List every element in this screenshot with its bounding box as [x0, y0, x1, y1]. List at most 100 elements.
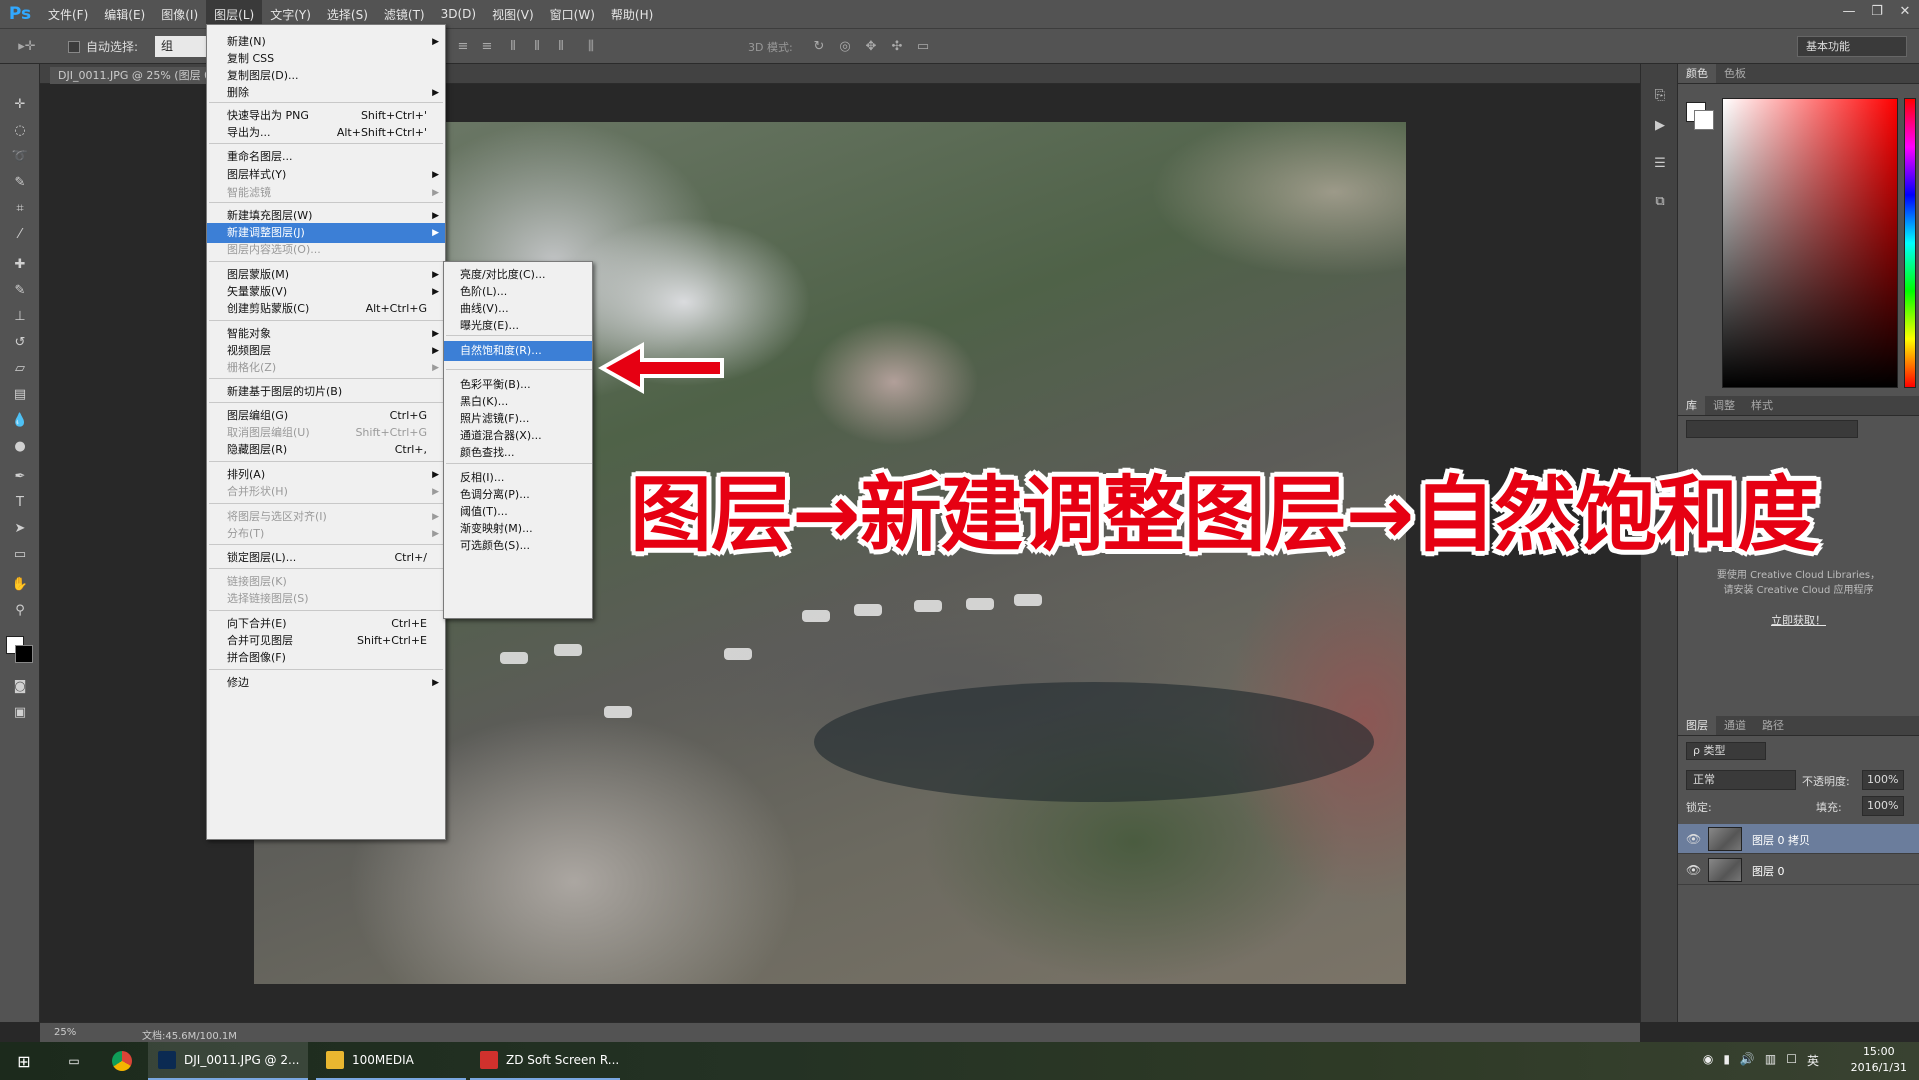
menu-item[interactable]: 窗口(W) — [542, 0, 603, 28]
distribute-vcenter-icon[interactable]: ≡ — [454, 38, 472, 56]
opacity-field[interactable]: 100% — [1862, 770, 1904, 790]
layer-filter-dropdown[interactable]: ρ 类型 — [1686, 742, 1766, 760]
workspace-dropdown[interactable]: 基本功能 — [1797, 36, 1907, 57]
hand-tool-icon[interactable]: ✋ — [8, 574, 32, 596]
adjustment-menu-item[interactable]: 颜色查找... — [444, 443, 592, 463]
layer-row[interactable]: 👁 图层 0 — [1678, 855, 1919, 885]
adjustment-menu-item[interactable]: 曝光度(E)... — [444, 316, 592, 336]
layer-menu-item[interactable]: 栅格化(Z) ▶ — [207, 358, 445, 378]
gradient-tool-icon[interactable]: ▤ — [8, 384, 32, 406]
taskbar-app-button[interactable]: DJI_0011.JPG @ 2... — [148, 1042, 308, 1080]
tab-libraries[interactable]: 库 — [1678, 396, 1705, 415]
quick-select-tool-icon[interactable]: ✎ — [8, 172, 32, 194]
menu-item[interactable]: 视图(V) — [484, 0, 542, 28]
fill-field[interactable]: 100% — [1862, 796, 1904, 816]
path-select-tool-icon[interactable]: ➤ — [8, 518, 32, 540]
auto-align-icon[interactable]: ⫼ — [582, 38, 600, 56]
healing-brush-tool-icon[interactable]: ✚ — [8, 254, 32, 276]
3d-pan-icon[interactable]: ✥ — [862, 38, 880, 56]
auto-select-checkbox[interactable] — [68, 40, 80, 53]
move-tool-icon[interactable]: ▸✛ — [18, 38, 36, 56]
layer-menu-item[interactable]: 拼合图像(F) — [207, 648, 445, 668]
library-dropdown[interactable] — [1686, 420, 1858, 438]
move-tool-icon[interactable]: ✛ — [8, 94, 32, 116]
marquee-tool-icon[interactable]: ◌ — [8, 120, 32, 142]
taskbar-app-button[interactable]: ZD Soft Screen R... — [470, 1042, 620, 1080]
start-button[interactable]: ⊞ — [0, 1042, 48, 1080]
eraser-tool-icon[interactable]: ▱ — [8, 358, 32, 380]
tab-styles[interactable]: 样式 — [1743, 396, 1781, 415]
cc-get-link[interactable]: 立即获取！ — [1678, 612, 1919, 628]
zoom-level[interactable]: 25% — [54, 1027, 76, 1038]
menu-item[interactable]: 编辑(E) — [96, 0, 153, 28]
distribute-right-icon[interactable]: ⫴ — [552, 38, 570, 56]
layer-row[interactable]: 👁 图层 0 拷贝 — [1678, 824, 1919, 854]
layer-menu-item[interactable]: 修边 ▶ — [207, 673, 445, 693]
brush-tool-icon[interactable]: ✎ — [8, 280, 32, 302]
3d-slide-icon[interactable]: ✣ — [888, 38, 906, 56]
clock[interactable]: 15:00 2016/1/31 — [1851, 1044, 1907, 1076]
glyphs-panel-icon[interactable]: ⧉ — [1650, 192, 1670, 212]
task-view-icon[interactable]: ▭ — [52, 1042, 96, 1080]
notification-icon[interactable]: ☐ — [1786, 1052, 1797, 1069]
layer-menu-item[interactable]: 新建基于图层的切片(B) — [207, 382, 445, 402]
history-brush-tool-icon[interactable]: ↺ — [8, 332, 32, 354]
layer-menu-item[interactable]: 分布(T) ▶ — [207, 524, 445, 544]
3d-roll-icon[interactable]: ◎ — [836, 38, 854, 56]
blend-mode-dropdown[interactable]: 正常 — [1686, 770, 1796, 790]
background-color-swatch[interactable] — [15, 645, 33, 663]
layer-menu-item[interactable]: 隐藏图层(R) Ctrl+, — [207, 440, 445, 460]
tab-swatches[interactable]: 色板 — [1716, 64, 1754, 83]
layer-menu-item[interactable]: 图层内容选项(O)... — [207, 240, 445, 260]
menu-item[interactable]: 帮助(H) — [603, 0, 661, 28]
screen-mode-icon[interactable]: ▣ — [8, 702, 32, 724]
actions-panel-icon[interactable]: ▶ — [1650, 116, 1670, 136]
zoom-tool-icon[interactable]: ⚲ — [8, 600, 32, 622]
menu-item[interactable]: 图像(I) — [153, 0, 206, 28]
clone-stamp-tool-icon[interactable]: ⊥ — [8, 306, 32, 328]
chrome-icon[interactable] — [100, 1042, 144, 1080]
tab-channels[interactable]: 通道 — [1716, 716, 1754, 735]
volume-icon[interactable]: 🔊 — [1740, 1052, 1755, 1069]
close-button[interactable]: ✕ — [1891, 0, 1919, 22]
background-swatch[interactable] — [1694, 110, 1714, 130]
network-icon[interactable]: ▥ — [1765, 1052, 1776, 1069]
taskbar-app-button[interactable]: 100MEDIA — [316, 1042, 466, 1080]
restore-button[interactable]: ❐ — [1863, 0, 1891, 22]
eyedropper-tool-icon[interactable]: ⁄ — [8, 224, 32, 246]
pen-tool-icon[interactable]: ✒ — [8, 466, 32, 488]
layer-menu-item[interactable]: 智能滤镜 ▶ — [207, 183, 445, 203]
distribute-left-icon[interactable]: ⫴ — [504, 38, 522, 56]
minimize-button[interactable]: — — [1835, 0, 1863, 22]
layer-menu-item[interactable]: 删除 ▶ — [207, 83, 445, 103]
tab-color[interactable]: 颜色 — [1678, 64, 1716, 83]
battery-icon[interactable]: ▮ — [1723, 1052, 1730, 1069]
tab-paths[interactable]: 路径 — [1754, 716, 1792, 735]
blur-tool-icon[interactable]: 💧 — [8, 410, 32, 432]
type-tool-icon[interactable]: T — [8, 492, 32, 514]
layer-menu-item[interactable]: 导出为... Alt+Shift+Ctrl+' — [207, 123, 445, 143]
menu-item[interactable]: 文件(F) — [40, 0, 96, 28]
hue-slider[interactable] — [1904, 98, 1916, 388]
3d-rotate-icon[interactable]: ↻ — [810, 38, 828, 56]
lasso-tool-icon[interactable]: ➰ — [8, 146, 32, 168]
eye-icon[interactable]: 👁 — [1686, 832, 1701, 846]
auto-select-target-dropdown[interactable]: 组 — [155, 36, 207, 57]
dodge-tool-icon[interactable]: ● — [8, 436, 32, 458]
layer-menu-item[interactable]: 创建剪贴蒙版(C) Alt+Ctrl+G — [207, 299, 445, 319]
tray-app-icon[interactable]: ◉ — [1703, 1052, 1713, 1069]
eye-icon[interactable]: 👁 — [1686, 863, 1701, 877]
layer-menu-item[interactable]: 合并形状(H) ▶ — [207, 482, 445, 502]
adjustment-menu-item[interactable]: 可选颜色(S)... — [444, 536, 592, 556]
layer-menu-item[interactable]: 选择链接图层(S) — [207, 589, 445, 609]
3d-scale-icon[interactable]: ▭ — [914, 38, 932, 56]
layer-menu-item[interactable]: 图层样式(Y) ▶ — [207, 165, 445, 185]
ime-indicator[interactable]: 英 — [1807, 1052, 1819, 1069]
auto-select[interactable]: 自动选择: — [68, 38, 138, 55]
document-size[interactable]: 文档:45.6M/100.1M — [142, 1027, 237, 1042]
distribute-hcenter-icon[interactable]: ⫴ — [528, 38, 546, 56]
crop-tool-icon[interactable]: ⌗ — [8, 198, 32, 220]
layer-menu-item[interactable]: 锁定图层(L)... Ctrl+/ — [207, 548, 445, 568]
distribute-bottom-icon[interactable]: ≡ — [478, 38, 496, 56]
color-field[interactable] — [1722, 98, 1898, 388]
